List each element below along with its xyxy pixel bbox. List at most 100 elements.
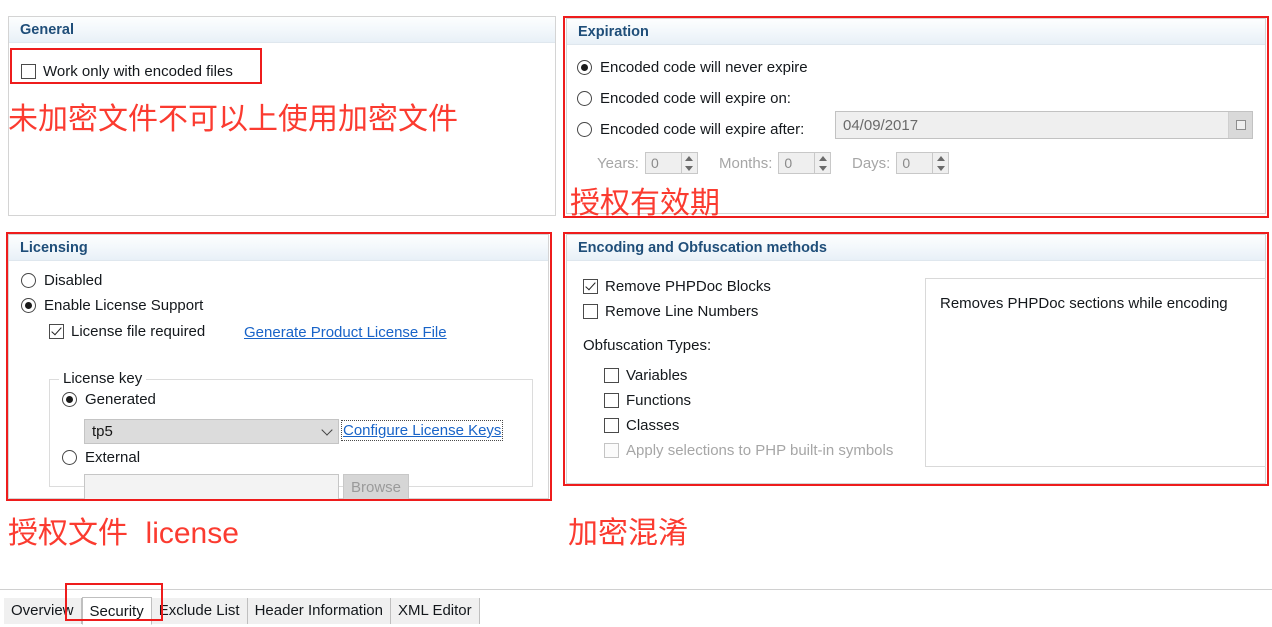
licensing-panel-title: Licensing: [9, 235, 548, 261]
encoding-panel: Encoding and Obfuscation methods Remove …: [566, 234, 1266, 484]
work-only-encoded-files-checkbox-row[interactable]: Work only with encoded files: [21, 63, 233, 80]
years-spinner-group[interactable]: Years: 0: [597, 152, 698, 174]
expire-date-value: 04/09/2017: [843, 116, 919, 134]
remove-line-numbers-label: Remove Line Numbers: [605, 303, 759, 320]
browse-button-label: Browse: [350, 478, 402, 496]
key-external-radio-row[interactable]: External: [62, 449, 140, 466]
work-only-encoded-files-label: Work only with encoded files: [43, 63, 233, 80]
license-disabled-radio-row[interactable]: Disabled: [21, 272, 102, 289]
licensing-annotation-text: 授权文件 license: [8, 508, 239, 552]
expire-after-radio-row[interactable]: Encoded code will expire after:: [577, 121, 804, 138]
expire-after-label: Encoded code will expire after:: [600, 121, 805, 138]
work-only-encoded-files-checkbox[interactable]: [21, 64, 36, 79]
obfuscate-functions-label: Functions: [626, 392, 692, 409]
browse-button[interactable]: Browse: [343, 474, 409, 500]
expire-never-radio[interactable]: [577, 60, 592, 75]
tab-security[interactable]: Security: [81, 597, 152, 625]
option-description-box: Removes PHPDoc sections while encoding: [925, 278, 1266, 467]
key-external-label: External: [85, 449, 141, 466]
expire-on-radio-row[interactable]: Encoded code will expire on:: [577, 90, 791, 107]
license-disabled-radio[interactable]: [21, 273, 36, 288]
months-stepper[interactable]: 0: [778, 152, 832, 174]
license-key-combobox[interactable]: tp5: [84, 419, 339, 444]
key-generated-radio[interactable]: [62, 392, 77, 407]
expiration-panel-title: Expiration: [567, 19, 1265, 45]
tab-exclude-list[interactable]: Exclude List: [151, 598, 248, 624]
option-description-text: Removes PHPDoc sections while encoding: [940, 295, 1228, 312]
enable-license-support-label: Enable License Support: [44, 297, 204, 314]
remove-phpdoc-blocks-checkbox[interactable]: [583, 279, 598, 294]
enable-license-support-radio[interactable]: [21, 298, 36, 313]
key-generated-radio-row[interactable]: Generated: [62, 391, 156, 408]
years-label: Years:: [597, 154, 639, 172]
expire-on-radio[interactable]: [577, 91, 592, 106]
chevron-down-icon[interactable]: [316, 423, 338, 436]
license-key-groupbox-legend: License key: [59, 370, 147, 387]
obfuscate-functions-checkbox[interactable]: [604, 393, 619, 408]
encoding-panel-body: Remove PHPDoc Blocks Remove Line Numbers…: [567, 261, 1266, 484]
license-file-required-label: License file required: [71, 323, 206, 340]
generate-product-license-file-link[interactable]: Generate Product License File: [244, 324, 447, 341]
obfuscate-classes-label: Classes: [626, 417, 680, 434]
days-stepper[interactable]: 0: [896, 152, 950, 174]
tab-list: Overview Security Exclude List Header In…: [4, 596, 480, 625]
licensing-panel: Licensing Disabled Enable License Suppor…: [8, 234, 549, 500]
obfuscation-types-heading: Obfuscation Types:: [583, 337, 711, 354]
expire-never-radio-row[interactable]: Encoded code will never expire: [577, 59, 808, 76]
expire-on-label: Encoded code will expire on:: [600, 90, 791, 107]
license-disabled-label: Disabled: [44, 272, 103, 289]
general-annotation-text: 未加密文件不可以上使用加密文件: [8, 102, 458, 137]
tab-overview-label: Overview: [11, 602, 74, 619]
expiration-annotation-text: 授权有效期: [570, 186, 720, 221]
expire-date-field[interactable]: 04/09/2017: [835, 111, 1253, 139]
days-spinner-group[interactable]: Days: 0: [852, 152, 950, 174]
license-file-required-checkbox[interactable]: [49, 324, 64, 339]
tab-exclude-list-label: Exclude List: [158, 602, 240, 619]
apply-to-php-builtin-symbols-checkbox-row: Apply selections to PHP built-in symbols: [604, 442, 893, 459]
licensing-annotation-en: license: [145, 517, 239, 550]
external-license-path-input[interactable]: [84, 474, 339, 500]
months-label: Months:: [719, 154, 773, 172]
years-stepper-buttons[interactable]: [680, 152, 698, 174]
obfuscate-variables-checkbox[interactable]: [604, 368, 619, 383]
years-value: 0: [644, 152, 681, 174]
remove-line-numbers-checkbox-row[interactable]: Remove Line Numbers: [583, 303, 758, 320]
calendar-icon[interactable]: [1228, 112, 1252, 138]
security-settings-page: General Work only with encoded files 未加密…: [0, 0, 1272, 627]
obfuscation-types-heading-label: Obfuscation Types:: [583, 337, 712, 354]
license-key-groupbox: License key Generated tp5 Configure Lice…: [49, 370, 533, 500]
key-generated-label: Generated: [85, 391, 156, 408]
key-external-radio[interactable]: [62, 450, 77, 465]
obfuscate-classes-checkbox-row[interactable]: Classes: [604, 417, 679, 434]
months-value: 0: [778, 152, 815, 174]
apply-to-php-builtin-symbols-label: Apply selections to PHP built-in symbols: [626, 442, 894, 459]
tab-xml-editor[interactable]: XML Editor: [390, 598, 480, 624]
encoding-annotation-text: 加密混淆: [568, 516, 688, 551]
days-value: 0: [896, 152, 933, 174]
months-spinner-group[interactable]: Months: 0: [719, 152, 832, 174]
expire-after-radio[interactable]: [577, 122, 592, 137]
general-panel-title: General: [9, 17, 555, 43]
tab-overview[interactable]: Overview: [4, 598, 82, 624]
obfuscate-classes-checkbox[interactable]: [604, 418, 619, 433]
encoding-panel-title: Encoding and Obfuscation methods: [567, 235, 1265, 261]
obfuscate-variables-checkbox-row[interactable]: Variables: [604, 367, 687, 384]
apply-to-php-builtin-symbols-checkbox: [604, 443, 619, 458]
tab-header-information-label: Header Information: [254, 602, 383, 619]
obfuscate-variables-label: Variables: [626, 367, 688, 384]
obfuscate-functions-checkbox-row[interactable]: Functions: [604, 392, 691, 409]
licensing-annotation-cn: 授权文件: [8, 516, 128, 551]
enable-license-support-radio-row[interactable]: Enable License Support: [21, 297, 203, 314]
configure-license-keys-link[interactable]: Configure License Keys: [340, 420, 504, 441]
years-stepper[interactable]: 0: [644, 152, 698, 174]
remove-phpdoc-blocks-label: Remove PHPDoc Blocks: [605, 278, 771, 295]
days-stepper-buttons[interactable]: [932, 152, 950, 174]
tab-header-information[interactable]: Header Information: [247, 598, 391, 624]
license-file-required-checkbox-row[interactable]: License file required: [49, 323, 205, 340]
days-label: Days:: [852, 154, 891, 172]
remove-line-numbers-checkbox[interactable]: [583, 304, 598, 319]
license-key-combobox-value: tp5: [92, 423, 113, 440]
remove-phpdoc-blocks-checkbox-row[interactable]: Remove PHPDoc Blocks: [583, 278, 771, 295]
months-stepper-buttons[interactable]: [814, 152, 832, 174]
tab-strip: Overview Security Exclude List Header In…: [0, 589, 1272, 627]
